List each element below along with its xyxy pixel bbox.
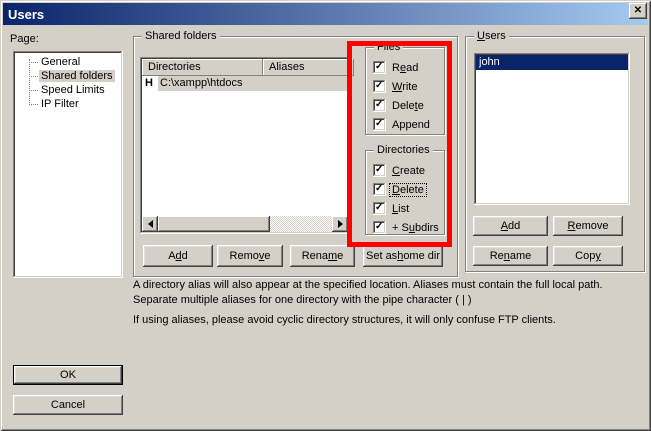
files-group-label: Files	[374, 41, 403, 54]
tree-branch-line	[29, 104, 38, 105]
directory-row[interactable]: H C:\xampp\htdocs	[142, 76, 348, 92]
checkbox-checked-icon[interactable]: ✓	[373, 80, 386, 93]
checkbox-checked-icon[interactable]: ✓	[373, 164, 386, 177]
page-list: General Shared folders Speed Limits IP Filt…	[13, 51, 123, 278]
shared-folders-table: DirectoriesAliases H C:\xampp\htdocs	[140, 57, 350, 234]
column-header-directories[interactable]: Directories	[142, 59, 263, 76]
files-delete-label: Delete	[390, 100, 426, 112]
dirs-create-checkbox[interactable]: ✓ Create	[373, 161, 442, 180]
tree-branch-line	[29, 76, 38, 77]
page-label: Page:	[10, 33, 39, 45]
users-remove-button[interactable]: Remove	[553, 216, 623, 236]
directories-group: Directories ✓Create✓Delete✓List✓+ Subdir…	[365, 150, 445, 235]
checkbox-checked-icon[interactable]: ✓	[373, 202, 386, 215]
checkmark-icon: ✓	[375, 163, 383, 176]
window-title: Users	[3, 7, 44, 22]
checkmark-icon: ✓	[375, 117, 383, 130]
cancel-button[interactable]: Cancel	[13, 395, 123, 415]
table-body: H C:\xampp\htdocs	[142, 76, 348, 216]
arrow-left-icon	[144, 220, 153, 228]
arrow-right-icon	[338, 220, 347, 228]
files-write-label: Write	[390, 81, 419, 93]
dirs-subdirs-label: + Subdirs	[390, 222, 441, 234]
page-item-label: Shared folders	[39, 70, 115, 82]
shared-remove-button[interactable]: Remove	[217, 245, 283, 267]
checkbox-checked-icon[interactable]: ✓	[373, 99, 386, 112]
dirs-delete-label: Delete	[390, 184, 426, 196]
users-dialog: Users ✕ Page: General Shared folders Speed…	[0, 0, 651, 431]
directories-group-label: Directories	[374, 144, 433, 157]
checkbox-checked-icon[interactable]: ✓	[373, 183, 386, 196]
column-header-aliases[interactable]: Aliases	[263, 59, 348, 76]
files-write-checkbox[interactable]: ✓ Write	[373, 77, 442, 96]
checkbox-checked-icon[interactable]: ✓	[373, 221, 386, 234]
shared-add-button[interactable]: Add	[143, 245, 213, 267]
files-read-checkbox[interactable]: ✓ Read	[373, 58, 442, 77]
page-item-label: General	[39, 56, 82, 68]
alias-help-text: A directory alias will also appear at th…	[133, 278, 648, 308]
files-delete-checkbox[interactable]: ✓ Delete	[373, 96, 442, 115]
checkmark-icon: ✓	[375, 182, 383, 195]
users-add-button[interactable]: Add	[473, 216, 548, 236]
close-icon: ✕	[634, 6, 642, 16]
shared-rename-button[interactable]: Rename	[290, 245, 355, 267]
titlebar[interactable]: Users	[3, 3, 648, 25]
tree-branch-line	[29, 90, 38, 91]
horizontal-scrollbar[interactable]	[142, 216, 348, 232]
users-copy-button[interactable]: Copy	[553, 246, 623, 266]
scroll-right-button[interactable]	[332, 216, 348, 232]
dirs-subdirs-checkbox[interactable]: ✓ + Subdirs	[373, 218, 442, 237]
close-button[interactable]: ✕	[629, 3, 647, 19]
files-append-checkbox[interactable]: ✓ Append	[373, 115, 442, 134]
column-header-filler	[348, 59, 354, 76]
table-header: DirectoriesAliases	[142, 59, 348, 76]
checkmark-icon: ✓	[375, 201, 383, 214]
dirs-delete-checkbox[interactable]: ✓ Delete	[373, 180, 442, 199]
users-list[interactable]: john	[474, 53, 630, 205]
users-rename-button[interactable]: Rename	[473, 246, 548, 266]
dirs-list-label: List	[390, 203, 411, 215]
cyclic-help-text: If using aliases, please avoid cyclic di…	[133, 313, 648, 328]
directory-path: C:\xampp\htdocs	[158, 76, 348, 91]
checkmark-icon: ✓	[375, 98, 383, 111]
users-group-label: Users	[474, 30, 509, 43]
checkmark-icon: ✓	[375, 79, 383, 92]
home-dir-marker: H	[145, 76, 153, 91]
shared-set-as-home-dir-button[interactable]: Set as home dir	[363, 245, 443, 267]
page-item-speed-limits[interactable]: Speed Limits	[13, 83, 123, 97]
page-item-label: IP Filter	[39, 98, 81, 110]
ok-button[interactable]: OK	[13, 365, 123, 385]
files-append-label: Append	[390, 119, 432, 131]
scrollbar-track[interactable]	[270, 216, 332, 232]
checkmark-icon: ✓	[375, 220, 383, 233]
files-read-label: Read	[390, 62, 420, 74]
page-item-label: Speed Limits	[39, 84, 107, 96]
user-list-item[interactable]: john	[476, 55, 628, 70]
files-group: Files ✓Read✓Write✓Delete✓Append	[365, 47, 445, 135]
scroll-left-button[interactable]	[142, 216, 158, 232]
page-item-shared-folders[interactable]: Shared folders	[13, 69, 123, 83]
checkbox-checked-icon[interactable]: ✓	[373, 61, 386, 74]
scrollbar-thumb[interactable]	[158, 216, 270, 232]
tree-branch-line	[29, 62, 38, 63]
page-item-general[interactable]: General	[13, 55, 123, 69]
shared-folders-group-label: Shared folders	[142, 30, 220, 43]
checkbox-checked-icon[interactable]: ✓	[373, 118, 386, 131]
checkmark-icon: ✓	[375, 60, 383, 73]
dirs-list-checkbox[interactable]: ✓ List	[373, 199, 442, 218]
dirs-create-label: Create	[390, 165, 427, 177]
page-item-ip-filter[interactable]: IP Filter	[13, 97, 123, 111]
